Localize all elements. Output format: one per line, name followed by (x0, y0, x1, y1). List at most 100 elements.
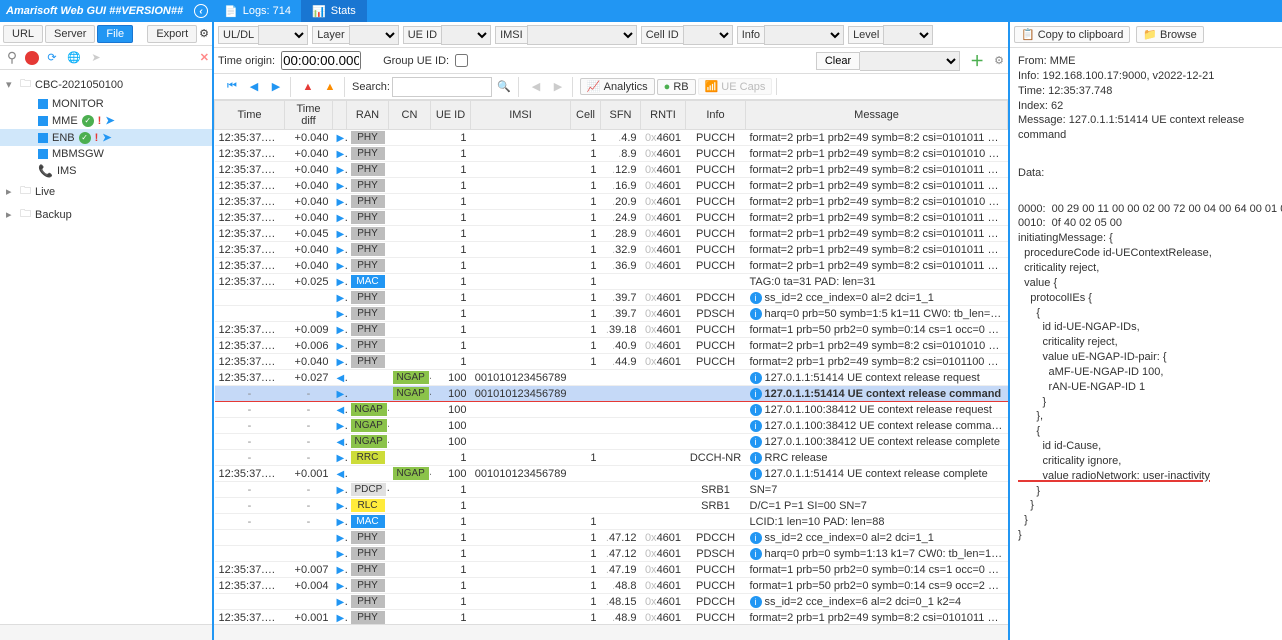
time-origin-input[interactable] (281, 51, 361, 70)
uecaps-button[interactable]: 📶UE Caps (698, 78, 773, 95)
tree-root-label: CBC-2021050100 (35, 79, 123, 91)
log-row[interactable]: --▶RRC11DCCH-NRiRRC release (215, 450, 1008, 466)
log-row[interactable]: 12:35:37.641+0.040▶PHY11.36.90x4601PUCCH… (215, 258, 1008, 274)
tree-ims[interactable]: 📞 IMS (0, 162, 212, 180)
refresh-icon[interactable]: ⟳ (43, 49, 61, 67)
magnet-icon[interactable]: ⚲ (3, 49, 21, 67)
log-row[interactable]: 12:35:37.521+0.040▶PHY11.24.90x4601PUCCH… (215, 210, 1008, 226)
log-row[interactable]: 12:35:37.441+0.040▶PHY11.16.90x4601PUCCH… (215, 178, 1008, 194)
log-row[interactable]: --▶RLC1SRB1D/C=1 P=1 SI=00 SN=7 (215, 498, 1008, 514)
log-row[interactable]: 12:35:37.401+0.040▶PHY11.12.90x4601PUCCH… (215, 162, 1008, 178)
log-row[interactable]: --▶MAC11LCID:1 len=10 PAD: len=88 (215, 514, 1008, 530)
tree-live[interactable]: ▸ 🗀 Live (0, 180, 212, 203)
tree-mbmsgw[interactable]: MBMSGW (0, 146, 212, 162)
layer-select[interactable] (349, 25, 399, 45)
stop-icon[interactable] (25, 51, 39, 65)
col-ran[interactable]: RAN (347, 101, 389, 130)
group-ue-checkbox[interactable] (455, 54, 468, 67)
globe-icon[interactable]: 🌐 (65, 49, 83, 67)
log-row[interactable]: 12:35:37.756+0.007▶PHY11.47.190x4601PUCC… (215, 562, 1008, 578)
col-cell[interactable]: Cell (571, 101, 601, 130)
tree-monitor[interactable]: MONITOR (0, 96, 212, 112)
log-row[interactable]: 12:35:37.681+0.006▶PHY11.40.90x4601PUCCH… (215, 338, 1008, 354)
analytics-button[interactable]: 📈Analytics (580, 78, 655, 95)
log-row[interactable]: ▶PHY11.47.120x4601PDCCHiss_id=2 cce_inde… (215, 530, 1008, 546)
clear-select[interactable] (860, 51, 960, 71)
tree-backup[interactable]: ▸ 🗀 Backup (0, 203, 212, 226)
ueid-select[interactable] (441, 25, 491, 45)
log-row[interactable]: 12:35:37.561+0.045▶PHY11.28.90x4601PUCCH… (215, 226, 1008, 242)
nav-next-icon[interactable]: ▶ (266, 77, 286, 97)
expand-icon[interactable]: ▸ (6, 185, 16, 198)
log-row[interactable]: 12:35:37.761+0.001▶PHY11.48.90x4601PUCCH… (215, 610, 1008, 625)
log-row[interactable]: 12:35:37.601+0.040▶PHY11.32.90x4601PUCCH… (215, 242, 1008, 258)
warn2-icon[interactable]: ▲ (320, 77, 340, 97)
log-row[interactable]: 12:35:37.760+0.004▶PHY11.48.80x4601PUCCH… (215, 578, 1008, 594)
log-row[interactable]: --▶NGAP100i127.0.1.100:38412 UE context … (215, 418, 1008, 434)
browse-button[interactable]: 📁Browse (1136, 26, 1203, 43)
log-row[interactable]: --◀NGAP100i127.0.1.100:38412 UE context … (215, 402, 1008, 418)
col-time-diff[interactable]: Time diff (285, 101, 333, 130)
col-imsi[interactable]: IMSI (471, 101, 571, 130)
gear-icon[interactable]: ⚙ (199, 27, 209, 40)
warn-icon[interactable]: ▲ (298, 77, 318, 97)
collapse-sidebar-icon[interactable]: ‹ (194, 4, 208, 18)
level-select[interactable] (883, 25, 933, 45)
col-dir[interactable] (333, 101, 347, 130)
log-row[interactable]: 12:35:37.675+0.009▶PHY11.39.180x4601PUCC… (215, 322, 1008, 338)
log-row[interactable]: 12:35:37.481+0.040▶PHY11.20.90x4601PUCCH… (215, 194, 1008, 210)
log-row[interactable]: 12:35:37.748+0.027◀NGAP10000101012345678… (215, 370, 1008, 386)
expand-icon[interactable]: ▸ (6, 208, 16, 221)
log-row[interactable]: 12:35:37.721+0.040▶PHY11.44.90x4601PUCCH… (215, 354, 1008, 370)
col-time[interactable]: Time (215, 101, 285, 130)
cellid-select[interactable] (683, 25, 733, 45)
col-message[interactable]: Message (746, 101, 1008, 130)
log-row[interactable]: 12:35:37.749+0.001◀NGAP10000101012345678… (215, 466, 1008, 482)
log-row[interactable]: 12:35:37.361+0.040▶PHY11.8.90x4601PUCCHf… (215, 146, 1008, 162)
expand-icon[interactable]: ▾ (6, 78, 16, 91)
log-row[interactable]: --▶PDCP1SRB1SN=7 (215, 482, 1008, 498)
close-icon[interactable]: ✕ (200, 51, 209, 64)
search-input[interactable] (392, 77, 492, 97)
col-rnti[interactable]: RNTI (641, 101, 686, 130)
log-row[interactable]: 12:35:37.666+0.025▶MAC11TAG:0 ta=31 PAD:… (215, 274, 1008, 290)
settings-icon[interactable]: ⚙ (994, 54, 1004, 67)
tab-logs[interactable]: 📄 Logs: 714 (214, 0, 302, 22)
nav-prev-icon[interactable]: ◀ (244, 77, 264, 97)
nav-first-icon[interactable]: ⏮ (222, 77, 242, 97)
grid-hscroll[interactable] (214, 624, 1008, 640)
copy-clipboard-button[interactable]: 📋Copy to clipboard (1014, 26, 1130, 43)
col-sfn[interactable]: SFN (601, 101, 641, 130)
rb-button[interactable]: ●RB (657, 79, 696, 95)
sidebar-hscroll[interactable] (0, 624, 212, 640)
tree-mme[interactable]: MME ✓ ! ➤ (0, 112, 212, 129)
clipboard-icon: 📋 (1021, 28, 1035, 41)
export-button[interactable]: Export (147, 25, 197, 43)
forward-icon[interactable]: ➤ (87, 49, 105, 67)
search-icon[interactable]: 🔍 (494, 77, 514, 97)
imsi-select[interactable] (527, 25, 637, 45)
log-row[interactable]: --◀NGAP100i127.0.1.100:38412 UE context … (215, 434, 1008, 450)
log-row[interactable]: ▶PHY11.47.120x4601PDSCHiharq=0 prb=0 sym… (215, 546, 1008, 562)
uldl-select[interactable] (258, 25, 308, 45)
tab-stats[interactable]: 📊 Stats (302, 0, 367, 22)
col-info[interactable]: Info (686, 101, 746, 130)
search-prev-icon[interactable]: ◀ (526, 77, 546, 97)
tree-enb[interactable]: ENB ✓ ! ➤ (0, 129, 212, 146)
col-cn[interactable]: CN (389, 101, 431, 130)
info-select[interactable] (764, 25, 844, 45)
log-row[interactable]: --▶NGAP100001010123456789i127.0.1.1:5141… (215, 386, 1008, 402)
url-button[interactable]: URL (3, 25, 43, 43)
file-button[interactable]: File (97, 25, 133, 43)
log-row[interactable]: ▶PHY11.39.70x4601PDCCHiss_id=2 cce_index… (215, 290, 1008, 306)
log-row[interactable]: ▶PHY11.48.150x4601PDCCHiss_id=2 cce_inde… (215, 594, 1008, 610)
col-ue-id[interactable]: UE ID (431, 101, 471, 130)
log-row[interactable]: ▶PHY11.39.70x4601PDSCHiharq=0 prb=50 sym… (215, 306, 1008, 322)
clear-button[interactable]: Clear (816, 52, 860, 70)
log-row[interactable]: 12:35:37.321+0.040▶PHY11.4.90x4601PUCCHf… (215, 130, 1008, 146)
log-grid[interactable]: TimeTime diff RANCNUE IDIMSICellSFNRNTIIn… (214, 100, 1008, 624)
tree-root[interactable]: ▾ 🗀 CBC-2021050100 (0, 73, 212, 96)
add-filter-icon[interactable]: ＋ (970, 51, 984, 71)
server-button[interactable]: Server (45, 25, 95, 43)
search-next-icon[interactable]: ▶ (548, 77, 568, 97)
